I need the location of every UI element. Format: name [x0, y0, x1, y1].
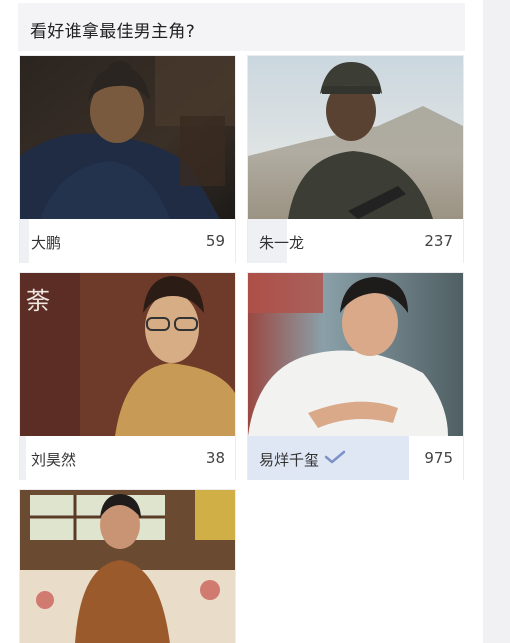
candidate-photo: [20, 56, 235, 219]
poll-option-selected[interactable]: 易烊千玺 975: [247, 272, 464, 480]
candidate-photo: [20, 490, 235, 643]
poll-question-bar: 看好谁拿最佳男主角?: [18, 3, 465, 51]
vote-count: 59: [205, 232, 225, 250]
candidate-photo: 荼: [20, 273, 235, 436]
poll-option[interactable]: 荼 刘昊然 38: [19, 272, 236, 480]
poll-option[interactable]: 大鹏 59: [19, 55, 236, 263]
page-gutter: [483, 0, 510, 643]
vote-bar: 刘昊然 38: [20, 436, 235, 480]
vote-share-fill: [20, 436, 27, 480]
check-icon: [324, 450, 346, 464]
candidate-name: 朱一龙: [259, 234, 305, 252]
vote-bar: 大鹏 59: [20, 219, 235, 263]
candidate-photo: [248, 56, 463, 219]
poll-question: 看好谁拿最佳男主角?: [30, 22, 196, 42]
candidate-name: 刘昊然: [31, 451, 77, 469]
vote-count: 38: [205, 449, 225, 467]
svg-text:荼: 荼: [26, 287, 50, 315]
vote-share-fill: [20, 219, 29, 263]
candidate-name: 大鹏: [31, 234, 62, 252]
vote-bar: 易烊千玺 975: [248, 436, 463, 480]
candidate-photo: [248, 273, 463, 436]
candidate-name: 易烊千玺: [259, 451, 320, 469]
vote-count: 975: [424, 449, 453, 467]
poll-option[interactable]: [19, 489, 236, 643]
vote-bar: 朱一龙 237: [248, 219, 463, 263]
poll-card: 看好谁拿最佳男主角? 大鹏 59 朱一龙 237 荼 刘昊然 38 易烊千玺 9…: [0, 0, 483, 643]
poll-option[interactable]: 朱一龙 237: [247, 55, 464, 263]
poster-calligraphy: 荼: [26, 287, 50, 315]
poll-page: 看好谁拿最佳男主角? 大鹏 59 朱一龙 237 荼 刘昊然 38 易烊千玺 9…: [0, 0, 510, 643]
vote-count: 237: [424, 232, 453, 250]
